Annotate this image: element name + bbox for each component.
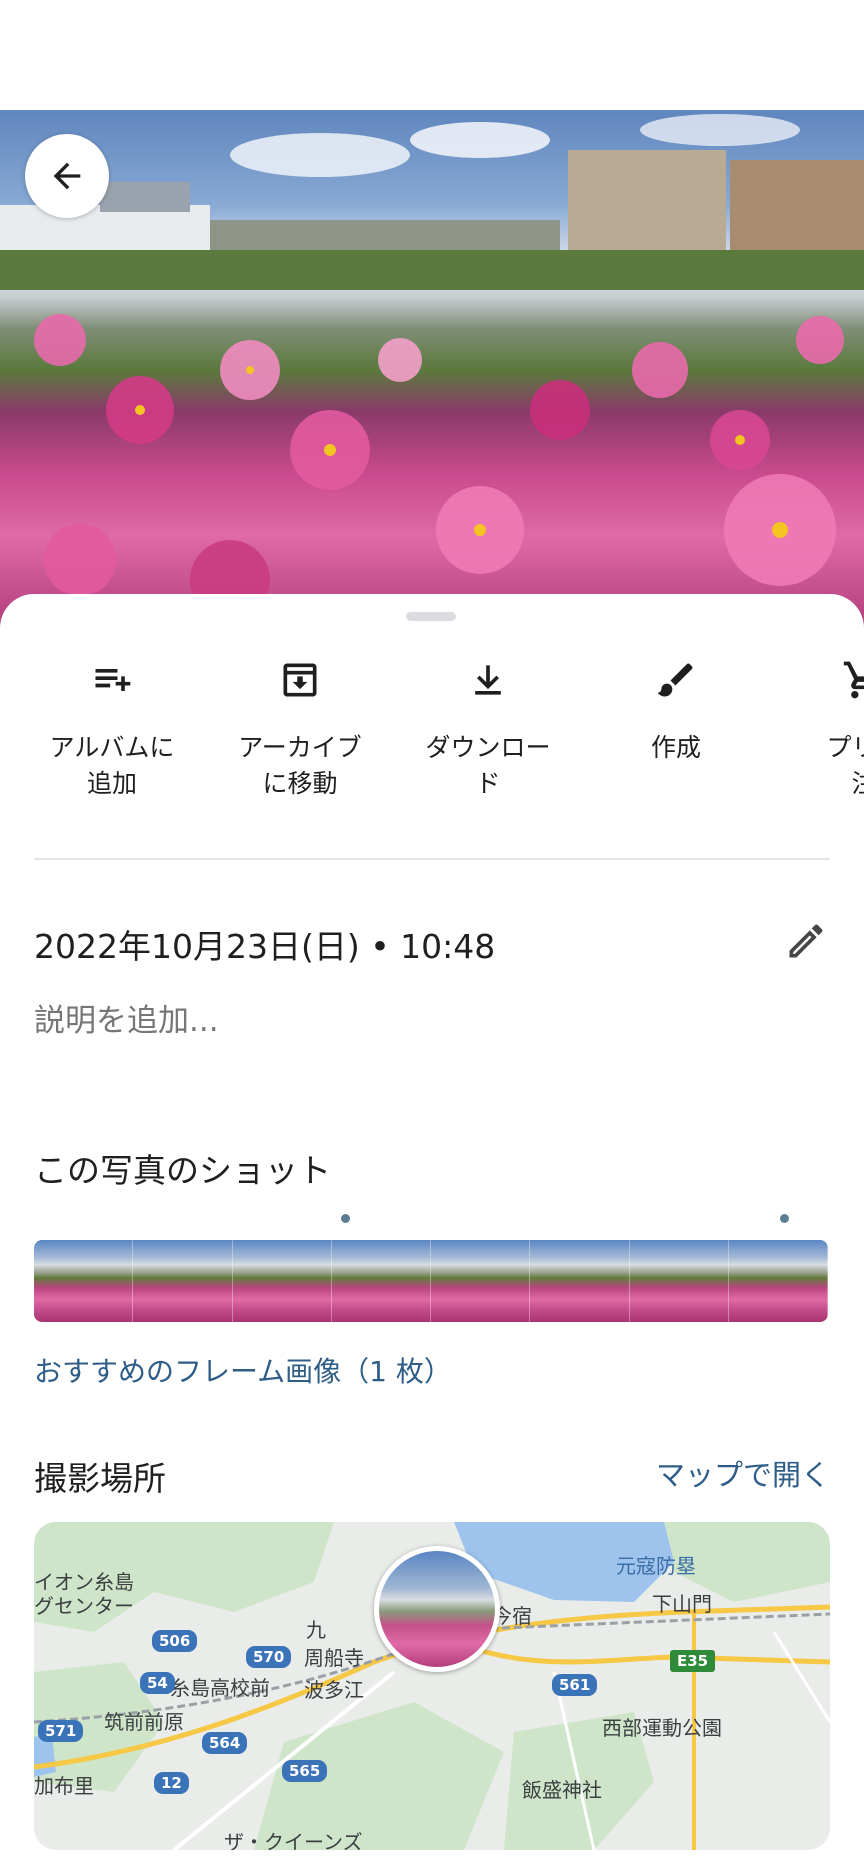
film-frame [629,1240,729,1322]
film-frame [530,1240,630,1322]
map-label-kafuri: 加布里 [34,1774,94,1798]
action-row: アルバムに 追加 アーカイブ に移動 ダウンロー ド 作成 プリ 注 [0,650,864,830]
film-frame [232,1240,332,1322]
download-icon [475,665,501,695]
archive-button[interactable]: アーカイブ に移動 [210,650,390,802]
frame-marker [341,1214,350,1223]
map-label-chikuzen-maebaru: 筑前前原 [104,1710,184,1734]
download-button[interactable]: ダウンロー ド [398,650,578,802]
map-label-shimoyamato: 下山門 [652,1592,712,1616]
description-input[interactable]: 説明を追加... [34,995,219,1040]
order-prints-label: プリン 注 [826,733,864,798]
archive-icon [283,663,317,697]
route-shield: 54 [140,1672,175,1694]
map-label-shusenji: 周船寺 [304,1646,364,1670]
brush-icon [657,663,693,697]
create-button[interactable]: 作成 [586,650,766,766]
suggested-frames-link[interactable]: おすすめのフレーム画像（1 枚） [34,1350,452,1390]
route-shield: 506 [152,1630,198,1652]
film-frame [331,1240,431,1322]
map-label-genko: 元寇防塁 [616,1554,696,1578]
photo-image [0,114,864,620]
shots-section-title: この写真のショット [34,1151,331,1190]
create-label: 作成 [650,733,701,762]
photo-datetime: 2022年10月23日(日) • 10:48 [34,927,496,966]
order-prints-button[interactable]: プリン 注 [774,650,864,802]
route-shield: 565 [282,1760,328,1782]
archive-label: アーカイブ に移動 [238,733,362,798]
map-label-hatae: 波多江 [304,1678,364,1702]
film-frame [431,1240,531,1322]
route-shield: 570 [246,1646,292,1668]
map-label-queens: ザ・クイーンズ [224,1830,363,1850]
map-label-aeon: イオン糸島 グセンター [34,1570,134,1618]
map-label-seibu-park: 西部運動公園 [602,1716,722,1740]
route-shield: 564 [202,1732,248,1754]
playlist-add-icon [95,669,131,691]
frame-filmstrip[interactable] [34,1240,828,1322]
map-label-iimori: 飯盛神社 [522,1778,602,1802]
film-frame [728,1240,828,1322]
location-section-title: 撮影場所 [34,1459,166,1498]
route-shield: E35 [670,1650,716,1672]
pencil-icon [789,924,823,958]
open-in-maps-link[interactable]: マップで開く [656,1452,830,1494]
map-label-ku: 九 [306,1618,326,1642]
drag-handle[interactable] [406,612,456,621]
route-shield: 561 [552,1674,598,1696]
route-shield: 12 [154,1772,189,1794]
back-button[interactable] [25,134,109,218]
photo-viewer[interactable] [0,110,864,630]
map-label-itoshima-hs: 糸島高校前 [170,1676,270,1700]
film-frame [133,1240,233,1322]
edit-datetime-button[interactable] [780,915,832,967]
film-frame [34,1240,134,1322]
add-to-album-button[interactable]: アルバムに 追加 [22,650,202,802]
download-label: ダウンロー ド [425,733,551,798]
arrow-back-icon [53,162,81,190]
divider [34,858,830,860]
frame-marker [780,1214,789,1223]
route-shield: 571 [38,1720,84,1742]
add-to-album-label: アルバムに 追加 [49,733,175,798]
location-photo-pin[interactable] [374,1546,500,1672]
cart-icon [843,661,864,699]
